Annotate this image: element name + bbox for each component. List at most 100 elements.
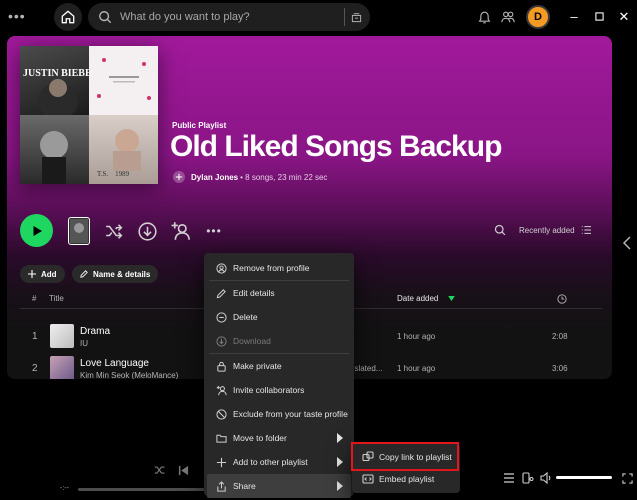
plus-icon: [28, 270, 36, 278]
profile-icon: [215, 262, 227, 274]
playlist-thumbnail[interactable]: [68, 217, 90, 245]
list-view-icon: [581, 226, 591, 234]
menu-item-add-to-other-playlist[interactable]: Add to other playlist: [207, 450, 351, 474]
sort-label: Recently added: [519, 225, 575, 235]
close-icon[interactable]: ✕: [616, 9, 632, 25]
queue-icon[interactable]: [502, 471, 516, 485]
menu-item-delete[interactable]: Delete: [207, 305, 351, 329]
share-submenu: Copy link to playlist Embed playlist: [352, 443, 460, 493]
menu-item-label: Embed playlist: [379, 474, 435, 484]
menu-item-edit-details[interactable]: Edit details: [207, 281, 351, 305]
menu-item-label: Move to folder: [233, 433, 287, 443]
browse-icon[interactable]: [344, 8, 362, 26]
chevron-right-icon: [337, 457, 343, 467]
progress-bar[interactable]: [78, 488, 208, 491]
user-avatar[interactable]: D: [526, 5, 550, 29]
shuffle-icon[interactable]: [103, 220, 125, 242]
play-icon: [33, 225, 42, 236]
menu-item-share[interactable]: Share: [207, 474, 351, 498]
play-button[interactable]: [20, 214, 53, 247]
menu-item-exclude-taste-profile[interactable]: Exclude from your taste profile: [207, 402, 351, 426]
app-menu-button[interactable]: •••: [8, 8, 26, 24]
track-art: [50, 324, 74, 348]
add-button[interactable]: Add: [20, 265, 65, 283]
home-button[interactable]: [54, 3, 82, 31]
playlist-type: Public Playlist: [172, 121, 227, 130]
search-in-playlist-icon[interactable]: [494, 224, 506, 236]
menu-item-embed[interactable]: Embed playlist: [355, 468, 457, 490]
minimize-icon[interactable]: –: [566, 9, 582, 25]
track-date-added: 1 hour ago: [397, 332, 436, 341]
menu-item-label: Exclude from your taste profile: [233, 409, 348, 419]
search-bar[interactable]: [88, 3, 370, 31]
bell-icon[interactable]: [476, 9, 492, 25]
shuffle-icon[interactable]: [153, 463, 167, 477]
menu-item-move-to-folder[interactable]: Move to folder: [207, 426, 351, 450]
add-user-icon[interactable]: [170, 220, 192, 242]
volume-icon[interactable]: [539, 471, 553, 485]
playlist-cover: JUSTIN BIEBER T.S. 1989: [20, 46, 158, 184]
exclude-icon: [215, 408, 227, 420]
track-date-added: 1 hour ago: [397, 364, 436, 373]
track-artist[interactable]: Kim Min Seok (MeloMance): [80, 371, 178, 379]
menu-item-label: Share: [233, 481, 256, 491]
playlist-owner[interactable]: Dylan Jones: [191, 173, 238, 182]
menu-item-label: Remove from profile: [233, 263, 310, 273]
top-bar: ••• D – ✕: [0, 0, 637, 34]
track-number: 1: [32, 331, 38, 342]
pencil-icon: [80, 270, 88, 278]
menu-item-label: Edit details: [233, 288, 275, 298]
cover-art-1: JUSTIN BIEBER: [20, 46, 89, 115]
playlist-meta: Dylan Jones • 8 songs, 23 min 22 sec: [173, 171, 327, 183]
menu-item-invite-collaborators[interactable]: Invite collaborators: [207, 378, 351, 402]
menu-item-label: Copy link to playlist: [379, 452, 452, 462]
col-title[interactable]: Title: [49, 294, 64, 303]
chevron-left-icon[interactable]: [622, 236, 632, 250]
friend-activity-icon[interactable]: [500, 9, 516, 25]
lock-icon: [215, 360, 227, 372]
clock-icon: [557, 294, 567, 304]
more-options-button[interactable]: •••: [203, 220, 225, 242]
menu-item-label: Make private: [233, 361, 282, 371]
playlist-stats: • 8 songs, 23 min 22 sec: [240, 172, 328, 182]
copy-link-icon: [362, 451, 374, 462]
menu-item-make-private[interactable]: Make private: [207, 354, 351, 378]
add-label: Add: [41, 269, 57, 279]
track-artist[interactable]: IU: [80, 339, 88, 348]
previous-icon[interactable]: [176, 463, 190, 477]
home-icon: [61, 10, 75, 24]
download-icon: [215, 335, 227, 347]
maximize-icon[interactable]: [591, 9, 607, 25]
connect-device-icon[interactable]: [521, 471, 535, 485]
elapsed-time: -:--: [60, 485, 69, 492]
menu-item-label: Download: [233, 336, 271, 346]
download-icon[interactable]: [136, 220, 158, 242]
cover-art-text: T.S. 1989: [97, 170, 130, 178]
plus-icon: [215, 456, 227, 468]
col-date-added[interactable]: Date added: [397, 294, 438, 303]
volume-slider[interactable]: [556, 476, 612, 479]
sort-dropdown[interactable]: Recently added: [519, 225, 591, 235]
pencil-icon: [215, 287, 227, 299]
menu-item-label: Add to other playlist: [233, 457, 308, 467]
menu-item-copy-link[interactable]: Copy link to playlist: [355, 446, 457, 468]
track-title[interactable]: Love Language: [80, 358, 149, 369]
track-art: [50, 356, 74, 379]
search-input[interactable]: [120, 11, 340, 23]
add-user-icon: [215, 384, 227, 396]
menu-item-label: Invite collaborators: [233, 385, 305, 395]
track-number: 2: [32, 363, 38, 374]
track-album[interactable]: nslated...: [350, 364, 382, 373]
share-icon: [215, 480, 227, 492]
menu-item-download: Download: [207, 329, 351, 353]
owner-avatar-icon: [173, 171, 185, 183]
cover-art-4: T.S. 1989: [89, 115, 158, 184]
track-duration: 3:06: [552, 364, 568, 373]
track-title[interactable]: Drama: [80, 326, 110, 337]
cover-art-3: [20, 115, 89, 184]
chevron-right-icon: [337, 433, 343, 443]
name-details-button[interactable]: Name & details: [72, 265, 159, 283]
playlist-title[interactable]: Old Liked Songs Backup: [170, 130, 502, 164]
menu-item-remove-from-profile[interactable]: Remove from profile: [207, 256, 351, 280]
fullscreen-icon[interactable]: [620, 471, 634, 485]
